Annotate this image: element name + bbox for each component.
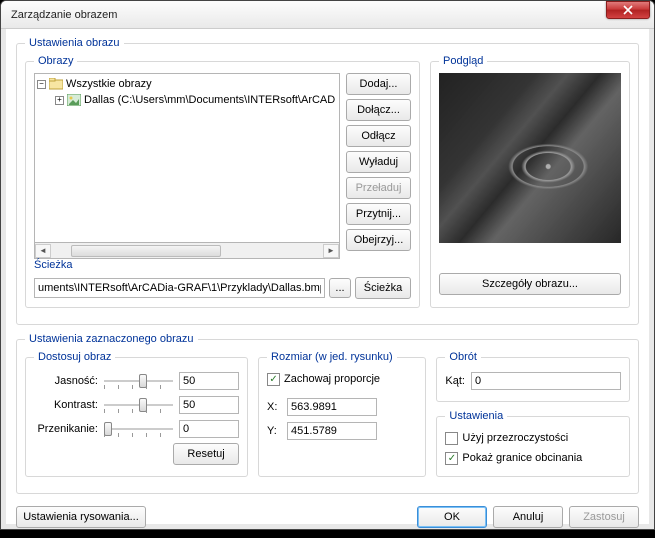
jasnosc-input[interactable] [179, 372, 239, 390]
group-ustawienia-zaznaczonego: Ustawienia zaznaczonego obrazu Dostosuj … [16, 333, 639, 494]
kat-input[interactable] [471, 372, 621, 390]
y-input[interactable] [287, 422, 377, 440]
legend-ustawienia-zaznaczonego: Ustawienia zaznaczonego obrazu [25, 333, 198, 345]
legend-ustawienia-flags: Ustawienia [445, 410, 507, 422]
sciezka-button[interactable]: Ścieżka [355, 277, 411, 299]
scroll-right-icon[interactable]: ► [323, 244, 339, 258]
obejrzyj-button[interactable]: Obejrzyj... [346, 229, 411, 251]
jasnosc-slider[interactable] [104, 372, 173, 390]
proporcje-label: Zachowaj proporcje [284, 373, 380, 385]
tree-hscrollbar[interactable]: ◄ ► [34, 243, 340, 259]
przezroczystosc-checkbox[interactable] [445, 432, 458, 445]
kontrast-slider[interactable] [104, 396, 173, 414]
group-obrazy: Obrazy − Wszystkie obrazy [25, 55, 420, 308]
przezroczystosc-checkbox-row[interactable]: Użyj przezroczystości [445, 428, 621, 448]
granice-checkbox-row[interactable]: ✓ Pokaż granice obcinania [445, 448, 621, 468]
resetuj-button[interactable]: Resetuj [173, 443, 239, 465]
y-label: Y: [267, 425, 281, 437]
dolacz-button[interactable]: Dołącz... [346, 99, 411, 121]
group-ustawienia-flags: Ustawienia Użyj przezroczystości ✓ Pokaż… [436, 410, 630, 477]
group-obrot: Obrót Kąt: [436, 351, 630, 402]
proporcje-checkbox[interactable]: ✓ [267, 373, 280, 386]
preview-image [439, 73, 621, 243]
expander-minus-icon[interactable]: − [37, 80, 46, 89]
przenikanie-slider[interactable] [104, 420, 173, 438]
group-rozmiar: Rozmiar (w jed. rysunku) ✓ Zachowaj prop… [258, 351, 426, 477]
przenikanie-input[interactable] [179, 420, 239, 438]
dialog-buttons: Ustawienia rysowania... OK Anuluj Zastos… [16, 502, 639, 528]
wyladuj-button[interactable]: Wyładuj [346, 151, 411, 173]
scroll-left-icon[interactable]: ◄ [35, 244, 51, 258]
group-podglad: Podgląd Szczegóły obrazu... [430, 55, 630, 308]
dodaj-button[interactable]: Dodaj... [346, 73, 411, 95]
tree-child-label: Dallas (C:\Users\mm\Documents\INTERsoft\… [84, 94, 335, 106]
jasnosc-label: Jasność: [34, 375, 98, 387]
scroll-track[interactable] [51, 244, 323, 258]
przytnij-button[interactable]: Przytnij... [346, 203, 411, 225]
legend-obrot: Obrót [445, 351, 481, 363]
right-column: Obrót Kąt: Ustawienia Użyj przezroczysto… [436, 351, 630, 485]
expander-plus-icon[interactable]: + [55, 96, 64, 105]
scroll-thumb[interactable] [71, 245, 221, 257]
przezroczystosc-label: Użyj przezroczystości [462, 432, 568, 444]
x-label: X: [267, 401, 281, 413]
folder-icon [49, 78, 63, 90]
group-ustawienia-obrazu: Ustawienia obrazu Obrazy − [16, 37, 639, 325]
titlebar: Zarządzanie obrazem [1, 1, 654, 29]
proporcje-checkbox-row[interactable]: ✓ Zachowaj proporcje [267, 369, 417, 389]
image-icon [67, 94, 81, 106]
granice-label: Pokaż granice obcinania [462, 452, 582, 464]
tree-child-row[interactable]: + Dallas (C:\Users\mm\Documents\INTERsof… [37, 92, 337, 108]
sciezka-label: Ścieżka [34, 259, 411, 271]
path-input[interactable] [34, 278, 325, 298]
window-title: Zarządzanie obrazem [11, 9, 606, 21]
anuluj-button[interactable]: Anuluj [493, 506, 563, 528]
tree-root-label: Wszystkie obrazy [66, 78, 152, 90]
group-dostosuj: Dostosuj obraz Jasność: Kontrast: [25, 351, 248, 477]
odlacz-button[interactable]: Odłącz [346, 125, 411, 147]
tree-root-row[interactable]: − Wszystkie obrazy [37, 76, 337, 92]
przeladuj-button: Przeładuj [346, 177, 411, 199]
szczegoly-button[interactable]: Szczegóły obrazu... [439, 273, 621, 295]
x-input[interactable] [287, 398, 377, 416]
legend-dostosuj: Dostosuj obraz [34, 351, 115, 363]
kontrast-input[interactable] [179, 396, 239, 414]
close-icon [623, 5, 633, 15]
legend-ustawienia-obrazu: Ustawienia obrazu [25, 37, 124, 49]
kat-label: Kąt: [445, 375, 465, 387]
dialog-content: Ustawienia obrazu Obrazy − [1, 29, 654, 538]
ok-button[interactable]: OK [417, 506, 487, 528]
close-button[interactable] [606, 1, 650, 19]
ustawienia-rysowania-button[interactable]: Ustawienia rysowania... [16, 506, 146, 528]
dialog-window: Zarządzanie obrazem Ustawienia obrazu Ob… [0, 0, 655, 530]
legend-podglad: Podgląd [439, 55, 487, 67]
legend-rozmiar: Rozmiar (w jed. rysunku) [267, 351, 397, 363]
image-buttons-column: Dodaj... Dołącz... Odłącz Wyładuj Przeła… [346, 73, 411, 259]
image-tree[interactable]: − Wszystkie obrazy + [34, 73, 340, 243]
browse-button[interactable]: ... [329, 278, 351, 298]
legend-obrazy: Obrazy [34, 55, 77, 67]
kontrast-label: Kontrast: [34, 399, 98, 411]
granice-checkbox[interactable]: ✓ [445, 452, 458, 465]
zastosuj-button: Zastosuj [569, 506, 639, 528]
przenikanie-label: Przenikanie: [34, 423, 98, 435]
